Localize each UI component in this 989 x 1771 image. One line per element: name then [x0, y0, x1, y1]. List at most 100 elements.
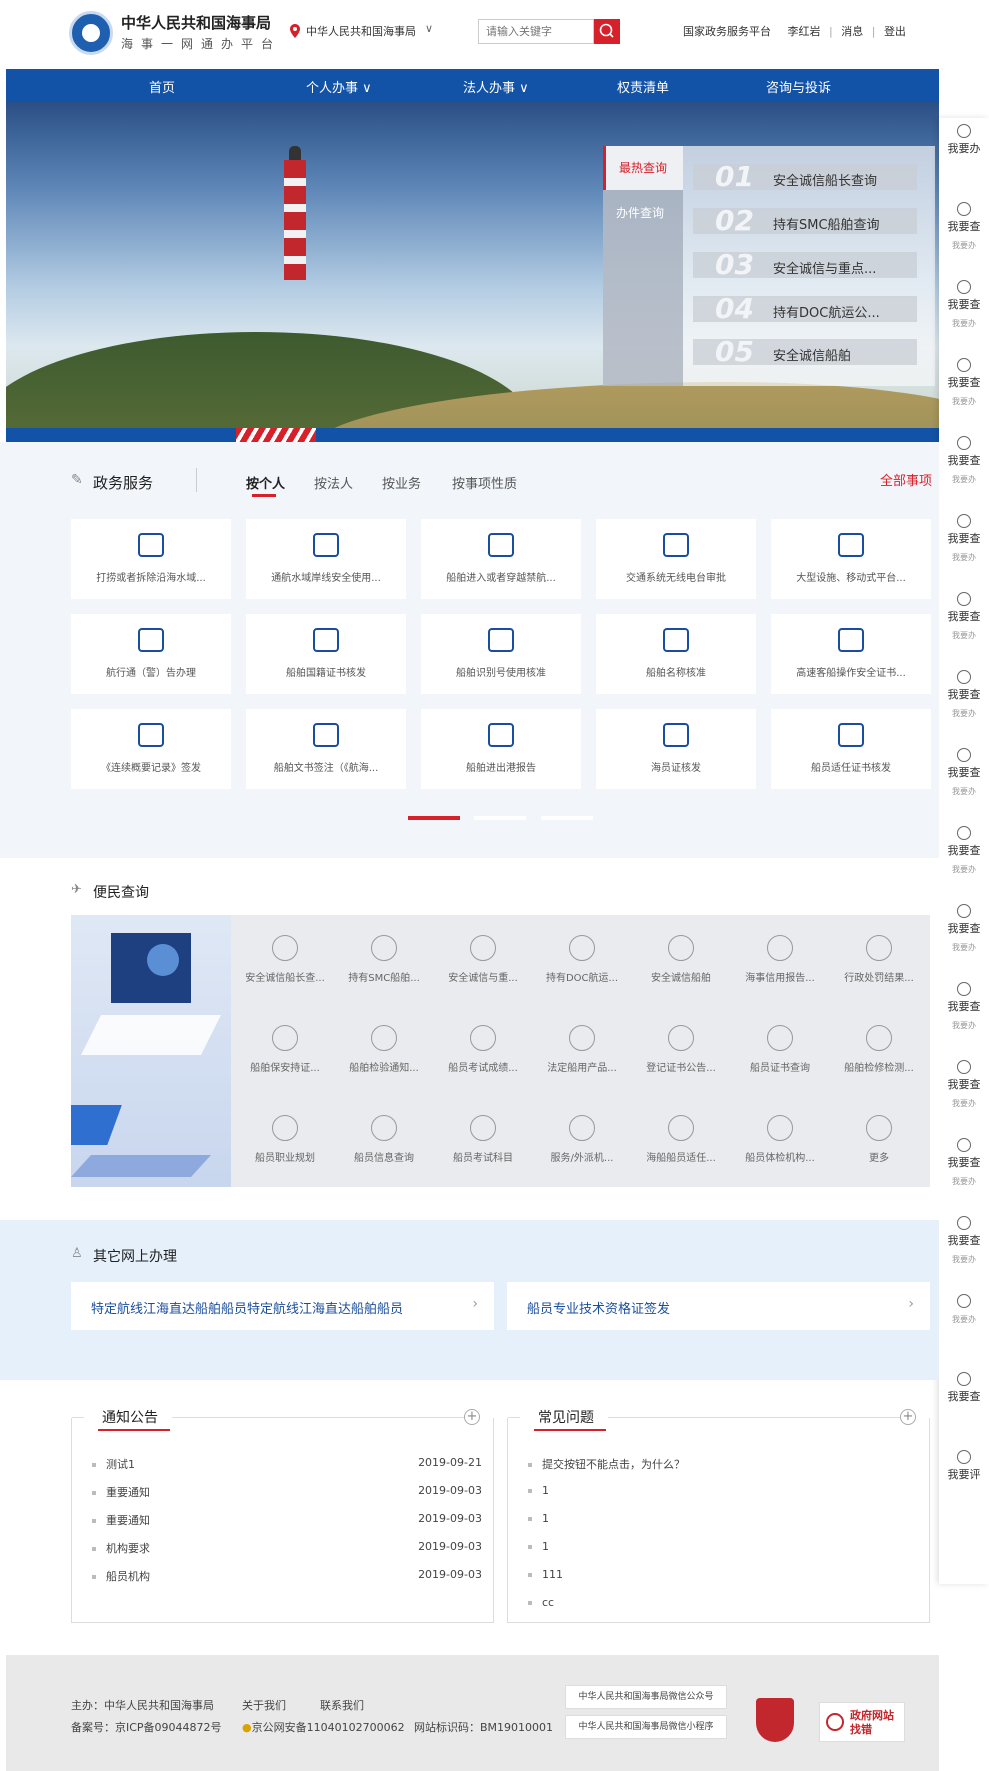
sidebar-item[interactable]: 我要查 我要办: [939, 1138, 989, 1187]
about-link[interactable]: 关于我们: [242, 1697, 286, 1713]
query-item[interactable]: 船员体检机构...: [732, 1095, 828, 1181]
faq-row[interactable]: 1: [528, 1540, 918, 1553]
notice-row[interactable]: 机构要求 2019-09-03: [92, 1540, 482, 1556]
sidebar-item[interactable]: 我要办: [939, 1294, 989, 1325]
nav-corporate[interactable]: 法人办事 ∨: [463, 77, 529, 96]
carousel-dot[interactable]: [541, 816, 593, 820]
query-item[interactable]: 安全诚信与重...: [435, 915, 531, 1001]
tab-by-business[interactable]: 按业务: [382, 473, 421, 492]
sidebar-item[interactable]: 我要查 我要办: [939, 1060, 989, 1109]
notice-row[interactable]: 船员机构 2019-09-03: [92, 1568, 482, 1584]
more-plus-icon[interactable]: +: [900, 1409, 916, 1425]
msa-logo-icon[interactable]: [69, 11, 113, 55]
query-item[interactable]: 船舶检验通知...: [336, 1005, 432, 1091]
sidebar-item[interactable]: 我要查 我要办: [939, 826, 989, 875]
tab-by-corporate[interactable]: 按法人: [314, 473, 353, 492]
query-item[interactable]: 安全诚信船长查...: [237, 915, 333, 1001]
faq-row[interactable]: 1: [528, 1484, 918, 1497]
notice-row[interactable]: 重要通知 2019-09-03: [92, 1512, 482, 1528]
sidebar-item[interactable]: 我要评: [939, 1450, 989, 1488]
service-card[interactable]: 船舶进出港报告: [421, 709, 581, 789]
query-item[interactable]: 更多: [831, 1095, 927, 1181]
service-card[interactable]: 船舶进入或者穿越禁航...: [421, 519, 581, 599]
query-item[interactable]: 船舶检修检测...: [831, 1005, 927, 1091]
sidebar-item[interactable]: 我要查 我要办: [939, 748, 989, 797]
sidebar-item[interactable]: 我要查 我要办: [939, 1216, 989, 1265]
query-item[interactable]: 船员考试成绩...: [435, 1005, 531, 1091]
gov-badge-icon[interactable]: [756, 1698, 794, 1742]
tab-by-nature[interactable]: 按事项性质: [452, 473, 517, 492]
tab-by-person[interactable]: 按个人: [246, 473, 285, 492]
chevron-down-icon[interactable]: ∨: [425, 22, 433, 35]
carousel-dot-active[interactable]: [408, 816, 460, 820]
faq-row[interactable]: 111: [528, 1568, 918, 1581]
service-card[interactable]: 交通系统无线电台审批: [596, 519, 756, 599]
other-service-card[interactable]: 船员专业技术资格证签发 ›: [507, 1282, 930, 1330]
carousel-dot[interactable]: [474, 816, 526, 820]
query-item[interactable]: 船员职业规划: [237, 1095, 333, 1181]
faq-row[interactable]: 提交按钮不能点击，为什么？: [528, 1456, 918, 1472]
other-service-card[interactable]: 特定航线江海直达船舶船员特定航线江海直达船舶船员 ›: [71, 1282, 494, 1330]
query-item[interactable]: 安全诚信船舶: [633, 915, 729, 1001]
hot-query-item[interactable]: 02 持有SMC船舶查询: [693, 204, 917, 237]
contact-link[interactable]: 联系我们: [320, 1697, 364, 1713]
service-card[interactable]: 通航水域岸线安全使用...: [246, 519, 406, 599]
service-card[interactable]: 船舶识别号使用核准: [421, 614, 581, 694]
service-card[interactable]: 船舶名称核准: [596, 614, 756, 694]
service-card[interactable]: 高速客船操作安全证书...: [771, 614, 931, 694]
sidebar-item[interactable]: 我要查 我要办: [939, 358, 989, 407]
nav-home[interactable]: 首页: [149, 77, 175, 96]
query-item[interactable]: 服务/外派机...: [534, 1095, 630, 1181]
footer-icp[interactable]: 备案号：京ICP备09044872号: [71, 1719, 222, 1735]
search-button[interactable]: [594, 19, 620, 44]
sidebar-item[interactable]: 我要查 我要办: [939, 904, 989, 953]
gov-website-error-report[interactable]: 政府网站 找错: [819, 1702, 905, 1742]
search-input[interactable]: [478, 19, 594, 44]
more-plus-icon[interactable]: +: [464, 1409, 480, 1425]
logout-link[interactable]: 登出: [884, 25, 906, 38]
tab-hot-query[interactable]: 最热查询: [603, 146, 683, 190]
sidebar-item[interactable]: 我要查 我要办: [939, 982, 989, 1031]
query-item[interactable]: 海事信用报告...: [732, 915, 828, 1001]
hot-query-item[interactable]: 04 持有DOC航运公...: [693, 292, 917, 325]
query-item[interactable]: 船舶保安持证...: [237, 1005, 333, 1091]
messages-link[interactable]: 消息: [841, 25, 863, 38]
faq-row[interactable]: 1: [528, 1512, 918, 1525]
nav-personal[interactable]: 个人办事 ∨: [306, 77, 372, 96]
service-card[interactable]: 船舶文书签注（《航海...: [246, 709, 406, 789]
notice-row[interactable]: 重要通知 2019-09-03: [92, 1484, 482, 1500]
query-item[interactable]: 行政处罚结果...: [831, 915, 927, 1001]
sidebar-item[interactable]: 我要查 我要办: [939, 592, 989, 641]
sidebar-item[interactable]: 我要查 我要办: [939, 280, 989, 329]
service-card[interactable]: 海员证核发: [596, 709, 756, 789]
service-card[interactable]: 《连续概要记录》签发: [71, 709, 231, 789]
query-item[interactable]: 海船船员适任...: [633, 1095, 729, 1181]
faq-row[interactable]: cc: [528, 1596, 918, 1609]
query-item[interactable]: 船员考试科目: [435, 1095, 531, 1181]
query-item[interactable]: 船员证书查询: [732, 1005, 828, 1091]
location-selector[interactable]: 中华人民共和国海事局: [306, 23, 416, 39]
nav-consultation[interactable]: 咨询与投诉: [766, 77, 831, 96]
wechat-official-button[interactable]: 中华人民共和国海事局微信公众号: [565, 1685, 727, 1709]
wechat-miniprogram-button[interactable]: 中华人民共和国海事局微信小程序: [565, 1715, 727, 1739]
query-item[interactable]: 船员信息查询: [336, 1095, 432, 1181]
sidebar-item[interactable]: 我要查 我要办: [939, 514, 989, 563]
hot-query-item[interactable]: 05 安全诚信船舶: [693, 335, 917, 368]
gov-service-link[interactable]: 国家政务服务平台: [683, 25, 771, 38]
sidebar-item[interactable]: 我要办: [939, 124, 989, 162]
sidebar-item[interactable]: 我要查 我要办: [939, 202, 989, 251]
query-item[interactable]: 持有SMC船舶...: [336, 915, 432, 1001]
query-item[interactable]: 法定船用产品...: [534, 1005, 630, 1091]
user-name[interactable]: 李红岩: [788, 25, 821, 38]
service-card[interactable]: 大型设施、移动式平台...: [771, 519, 931, 599]
service-card[interactable]: 船员适任证书核发: [771, 709, 931, 789]
service-card[interactable]: 航行通（警）告办理: [71, 614, 231, 694]
nav-responsibility-list[interactable]: 权责清单: [617, 77, 669, 96]
all-items-link[interactable]: 全部事项: [880, 470, 932, 489]
query-item[interactable]: 持有DOC航运...: [534, 915, 630, 1001]
service-card[interactable]: 船舶国籍证书核发: [246, 614, 406, 694]
sidebar-item[interactable]: 我要查 我要办: [939, 670, 989, 719]
footer-police[interactable]: ●京公网安备11040102700062: [242, 1719, 405, 1735]
hot-query-item[interactable]: 01 安全诚信船长查询: [693, 160, 917, 193]
query-item[interactable]: 登记证书公告...: [633, 1005, 729, 1091]
